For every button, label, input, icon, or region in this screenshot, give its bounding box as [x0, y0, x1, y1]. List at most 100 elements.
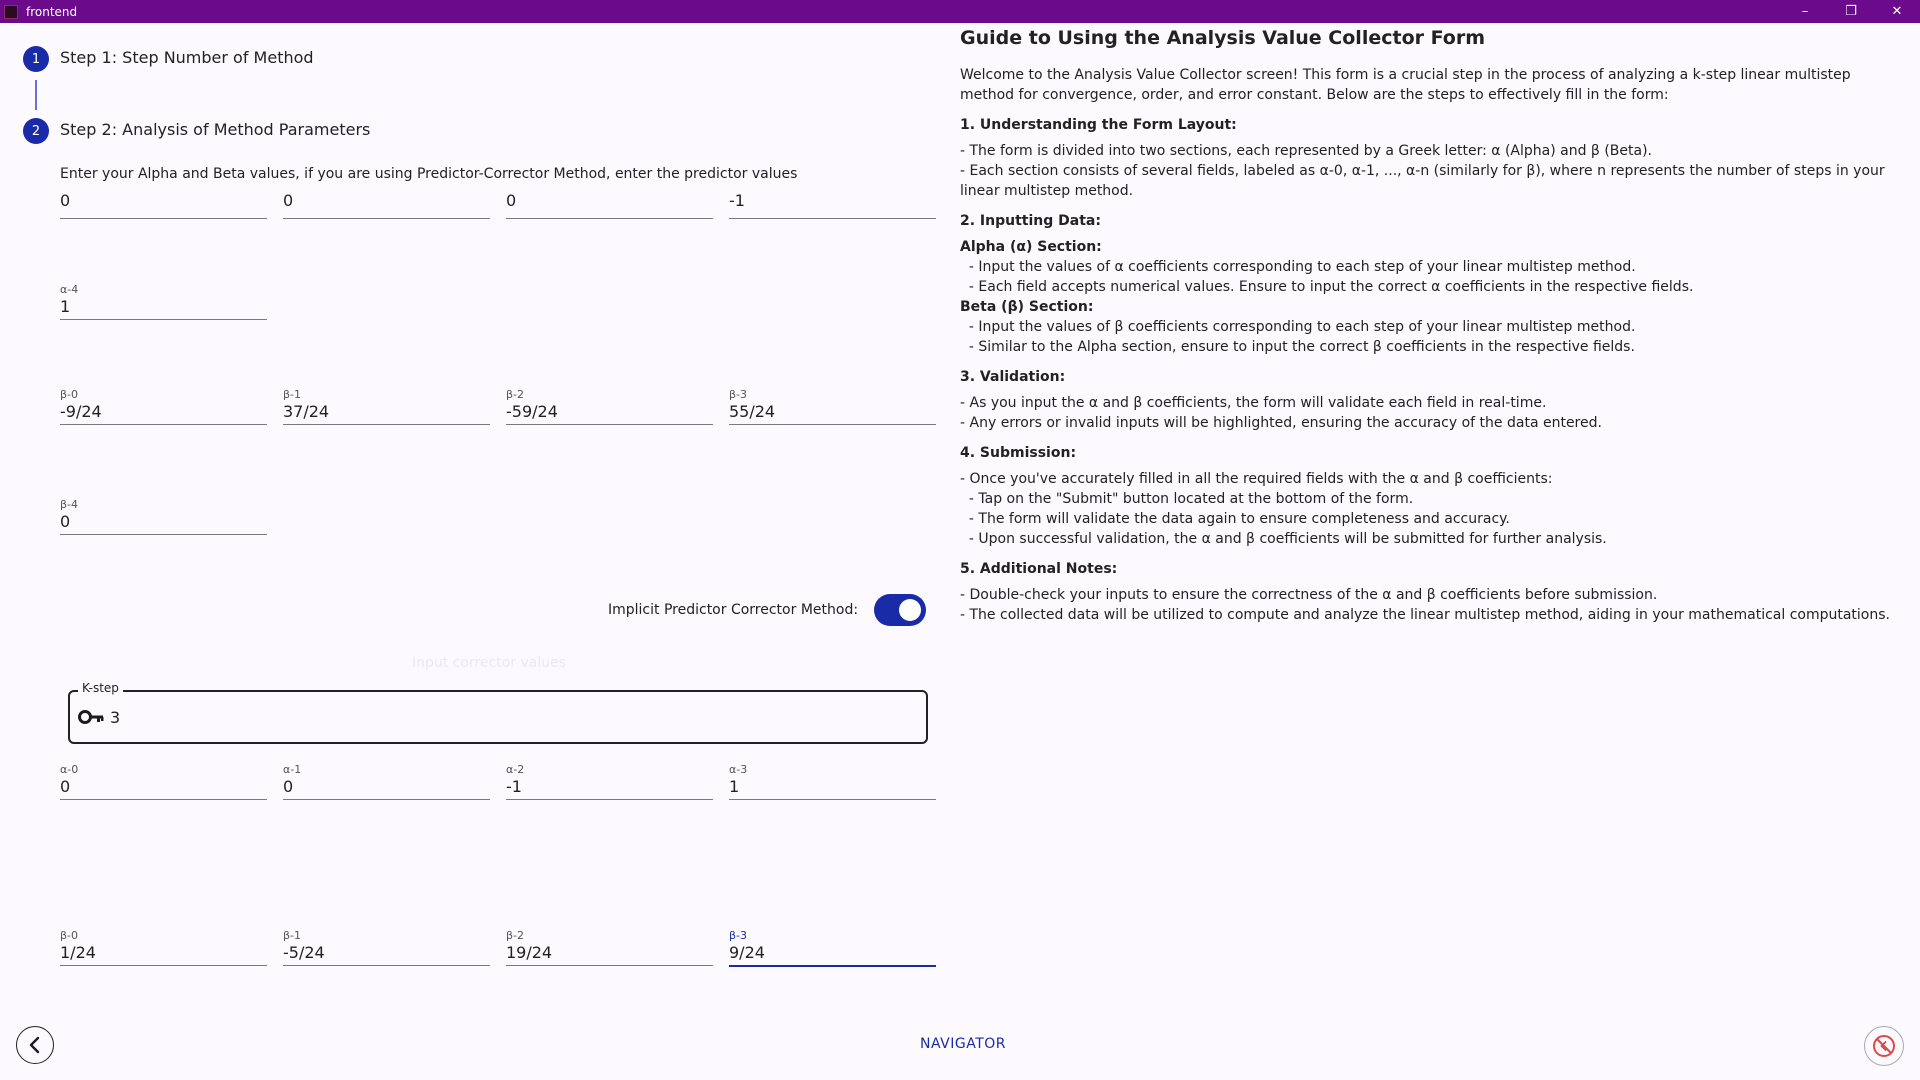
field-value: 1/24 — [60, 943, 96, 962]
field-underline — [60, 424, 267, 425]
field-label: α-2 — [506, 763, 525, 776]
beta-subheading: Beta (β) Section: — [960, 299, 1094, 315]
guide-line: - The form will validate the data again … — [960, 511, 1510, 527]
guide-line: - Each section consists of several field… — [960, 163, 1890, 199]
field-underline — [283, 965, 490, 966]
field-value: 0 — [283, 191, 294, 210]
field-underline — [60, 319, 267, 320]
field-underline — [60, 965, 267, 966]
guide-line: - Input the values of α coefficients cor… — [960, 259, 1636, 275]
minimize-button[interactable]: – — [1782, 0, 1828, 23]
section-heading: 2. Inputting Data: — [960, 213, 1101, 229]
field-underline — [60, 534, 267, 535]
guide-line: - Each field accepts numerical values. E… — [960, 279, 1694, 295]
field-underline — [729, 965, 936, 967]
guide-line: - As you input the α and β coefficients,… — [960, 395, 1547, 411]
restore-button[interactable]: ❐ — [1828, 0, 1874, 23]
field-underline — [729, 424, 936, 425]
disabled-next-button[interactable] — [1864, 1026, 1904, 1066]
field-label: β-4 — [60, 498, 78, 511]
field-underline — [283, 424, 490, 425]
field-value: 0 — [283, 777, 294, 796]
section-heading: 4. Submission: — [960, 445, 1077, 461]
step-1-indicator[interactable]: 1 — [23, 46, 49, 72]
field-value: -5/24 — [283, 943, 325, 962]
field-underline — [506, 965, 713, 966]
field-value: 1 — [729, 777, 740, 796]
field-label: β-1 — [283, 388, 301, 401]
guide-line: - Once you've accurately filled in all t… — [960, 471, 1553, 487]
chevron-left-icon — [29, 1036, 40, 1054]
faded-hint-text: Input corrector values — [412, 655, 567, 671]
field-label: β-2 — [506, 929, 524, 942]
step-2-label[interactable]: Step 2: Analysis of Method Parameters — [60, 120, 370, 139]
guide-section-4: 4. Submission: - Once you've accurately … — [960, 443, 1900, 549]
guide-title: Guide to Using the Analysis Value Collec… — [960, 27, 1486, 49]
field-value: 0 — [60, 512, 71, 531]
switch-knob — [899, 599, 922, 621]
field-value: 0 — [506, 191, 517, 210]
field-value: 55/24 — [729, 402, 776, 421]
field-value: 1 — [60, 297, 71, 316]
implicit-toggle-row: Implicit Predictor Corrector Method: — [608, 594, 927, 626]
field-underline — [506, 424, 713, 425]
field-label: β-2 — [506, 388, 524, 401]
guide-line: - Similar to the Alpha section, ensure t… — [960, 339, 1635, 355]
field-value: 9/24 — [729, 943, 765, 962]
implicit-predictor-corrector-switch[interactable] — [874, 594, 927, 626]
field-value: 37/24 — [283, 402, 330, 421]
field-label: β-0 — [60, 388, 78, 401]
title-bar: frontend – ❐ ✕ — [0, 0, 1920, 23]
field-label: α-0 — [60, 763, 79, 776]
field-value: -9/24 — [60, 402, 102, 421]
app-icon — [4, 4, 18, 19]
field-label: α-1 — [283, 763, 302, 776]
field-label: β-3 — [729, 388, 747, 401]
field-value: -59/24 — [506, 402, 558, 421]
field-label: α-4 — [60, 283, 79, 296]
guide-section-2: 2. Inputting Data: Alpha (α) Section: - … — [960, 211, 1900, 357]
step-2-indicator[interactable]: 2 — [23, 118, 49, 144]
field-value: 0 — [60, 191, 71, 210]
close-button[interactable]: ✕ — [1874, 0, 1920, 23]
field-value: -1 — [729, 191, 745, 210]
kstep-label: K-step — [78, 681, 123, 695]
guide-section-5: 5. Additional Notes: - Double-check your… — [960, 559, 1900, 625]
step-connector — [35, 80, 37, 110]
guide-section-1: 1. Understanding the Form Layout: - The … — [960, 115, 1900, 201]
navigator-label[interactable]: NAVIGATOR — [920, 1036, 1006, 1052]
window-title: frontend — [26, 4, 78, 19]
field-underline — [729, 218, 936, 219]
guide-line: - The form is divided into two sections,… — [960, 143, 1652, 159]
key-icon — [78, 710, 104, 724]
guide-line: - Upon successful validation, the α and … — [960, 531, 1607, 547]
guide-line: - Any errors or invalid inputs will be h… — [960, 415, 1602, 431]
field-label: β-1 — [283, 929, 301, 942]
field-label: α-3 — [729, 763, 748, 776]
field-underline — [60, 218, 267, 219]
field-underline — [60, 799, 267, 800]
step-1-label[interactable]: Step 1: Step Number of Method — [60, 48, 314, 67]
alpha-subheading: Alpha (α) Section: — [960, 239, 1102, 255]
guide-line: - Tap on the "Submit" button located at … — [960, 491, 1414, 507]
guide-line: - Input the values of β coefficients cor… — [960, 319, 1636, 335]
blocked-icon — [1873, 1035, 1895, 1057]
field-value: 0 — [60, 777, 71, 796]
field-value: -1 — [506, 777, 522, 796]
section-heading: 1. Understanding the Form Layout: — [960, 117, 1237, 133]
form-instruction: Enter your Alpha and Beta values, if you… — [60, 166, 798, 182]
section-heading: 5. Additional Notes: — [960, 561, 1118, 577]
section-heading: 3. Validation: — [960, 369, 1066, 385]
guide-section-3: 3. Validation: - As you input the α and … — [960, 367, 1900, 433]
guide-intro: Welcome to the Analysis Value Collector … — [960, 67, 1851, 103]
back-button[interactable] — [16, 1026, 54, 1064]
kstep-input[interactable]: K-step 3 — [68, 681, 928, 744]
field-underline — [506, 799, 713, 800]
window-controls: – ❐ ✕ — [1782, 0, 1920, 23]
field-label: β-3 — [729, 929, 747, 942]
field-underline — [283, 799, 490, 800]
guide-panel: Guide to Using the Analysis Value Collec… — [960, 25, 1900, 635]
guide-line: - Double-check your inputs to ensure the… — [960, 587, 1658, 603]
field-underline — [729, 799, 936, 800]
field-label: β-0 — [60, 929, 78, 942]
